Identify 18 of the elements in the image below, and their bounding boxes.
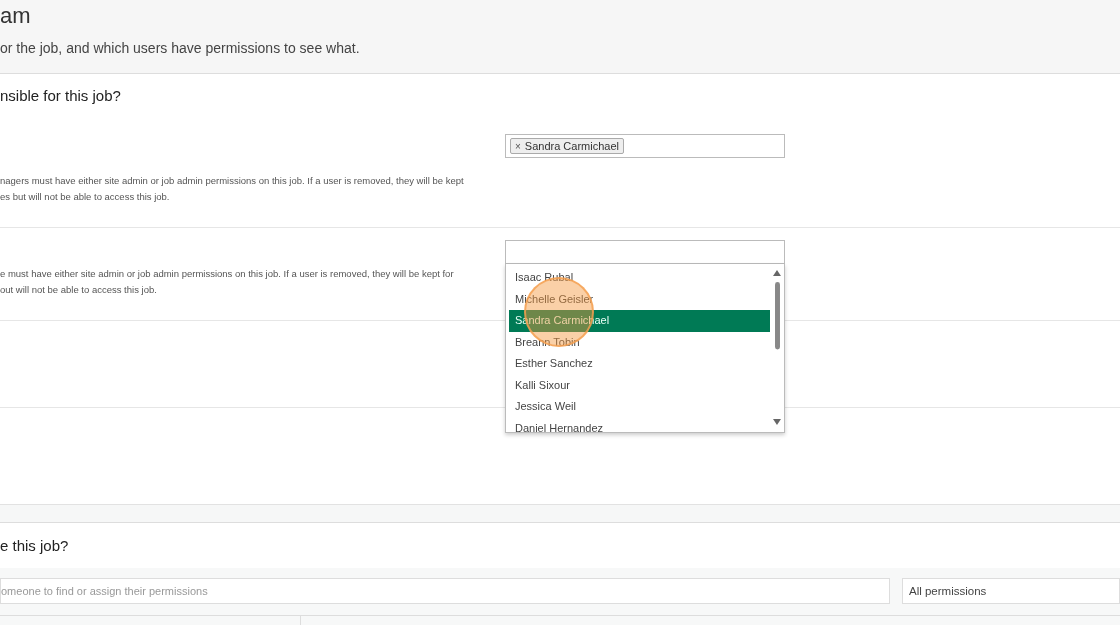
help-text: es but will not be able to access this job. <box>0 190 170 204</box>
page-title: am <box>0 2 31 30</box>
help-text: nagers must have either site admin or job admin permissions on this job. If a user is removed, they will be kept <box>0 174 464 188</box>
dropdown-option[interactable]: Kalli Sixour <box>509 374 770 396</box>
user-tag[interactable]: × Sandra Carmichael <box>510 138 624 154</box>
search-field[interactable]: omeone to find or assign their permissions <box>0 578 890 604</box>
user-tag-field[interactable]: × Sandra Carmichael <box>505 134 785 158</box>
user-select-field[interactable] <box>505 240 785 264</box>
dropdown-option[interactable]: Daniel Hernandez <box>509 417 770 432</box>
permissions-dropdown[interactable]: All permissions <box>902 578 1120 604</box>
help-text: out will not be able to access this job. <box>0 283 157 297</box>
remove-icon[interactable]: × <box>515 140 521 152</box>
dropdown-option[interactable]: Esther Sanchez <box>509 353 770 375</box>
dropdown-option[interactable]: Jessica Weil <box>509 396 770 418</box>
section-heading: nsible for this job? <box>0 87 121 104</box>
page-subtitle: or the job, and which users have permissions to see what. <box>0 40 360 56</box>
help-text: e must have either site admin or job admin permissions on this job. If a user is removed, they will be kept for <box>0 267 454 281</box>
section-heading: e this job? <box>0 537 69 554</box>
